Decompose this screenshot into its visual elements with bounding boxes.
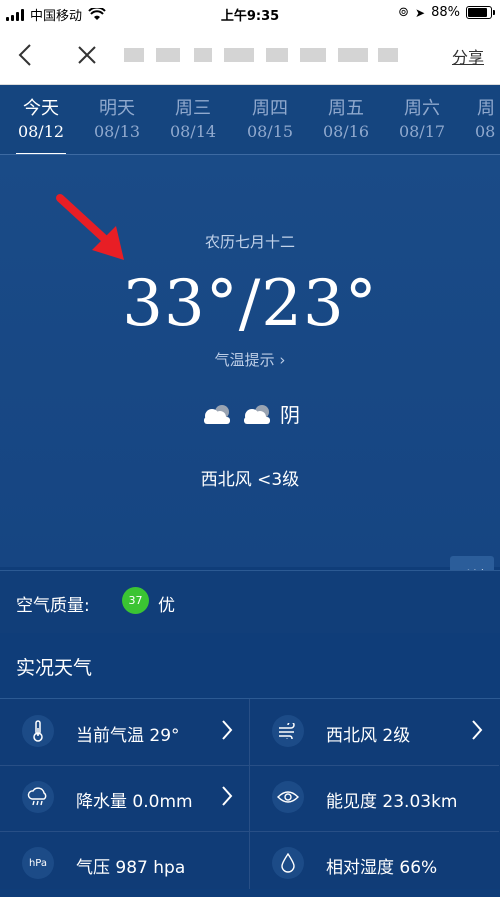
tab-tomorrow[interactable]: 明天 08/13: [82, 97, 152, 143]
tab-day-label: 周四: [252, 98, 288, 119]
annotation-arrow-icon: [56, 194, 124, 260]
precipitation-label: 降水量 0.0mm: [76, 792, 193, 812]
tab-date-label: 08/17: [398, 122, 446, 141]
tab-day-label: 周: [477, 98, 495, 119]
precipitation-item[interactable]: 降水量 0.0mm: [0, 765, 249, 832]
tab-day-label: 明天: [99, 98, 135, 119]
tab-date-label: 08/14: [169, 122, 217, 141]
wind-item[interactable]: 西北风 2级: [250, 699, 499, 766]
close-button[interactable]: [72, 40, 102, 70]
humidity-icon: [272, 847, 304, 879]
battery-icon: [466, 6, 495, 19]
tab-day-label: 周三: [175, 98, 211, 119]
location-icon: ➤: [415, 5, 426, 20]
tab-date-label: 08: [475, 122, 496, 141]
cloud-icon: [204, 404, 230, 424]
status-bar: 中国移动 上午9:35 ⊚ ➤ 88%: [0, 0, 500, 26]
tab-date-label: 08/16: [322, 122, 370, 141]
pressure-item: hPa 气压 987 hpa: [0, 831, 249, 897]
tab-friday[interactable]: 周五 08/16: [311, 97, 381, 143]
wind-label: 西北风 2级: [326, 726, 411, 746]
temp-hint-label: 气温提示: [214, 351, 275, 369]
tab-date-label: 08/13: [93, 122, 141, 141]
tab-today[interactable]: 今天 08/12: [6, 97, 76, 155]
chevron-right-icon: [222, 720, 233, 740]
current-temp-label: 当前气温 29°: [76, 726, 180, 746]
page-title-blurred: [120, 44, 410, 66]
weather-label: 阴: [280, 403, 300, 427]
air-quality-row[interactable]: 空气质量: 37 优: [0, 570, 500, 633]
tab-saturday[interactable]: 周六 08/17: [387, 97, 457, 143]
eye-icon: [272, 781, 304, 813]
weather-condition: 阴: [0, 399, 500, 428]
humidity-label: 相对湿度 66%: [326, 858, 438, 878]
chevron-right-icon: [472, 720, 483, 740]
live-weather-title: 实况天气: [16, 657, 93, 679]
current-temp-item[interactable]: 当前气温 29°: [0, 699, 249, 766]
tab-day-label: 今天: [23, 98, 59, 119]
aqi-badge: 37: [122, 587, 149, 614]
humidity-item: 相对湿度 66%: [250, 831, 499, 897]
tab-wednesday[interactable]: 周三 08/14: [158, 97, 228, 143]
day-tabs: 今天 08/12 明天 08/13 周三 08/14 周四 08/15 周五 0…: [0, 85, 500, 155]
air-quality-label: 空气质量:: [16, 596, 90, 616]
close-icon: [78, 46, 96, 64]
pressure-label: 气压 987 hpa: [76, 858, 186, 878]
temp-hint-link[interactable]: 气温提示 ›: [0, 349, 500, 370]
temperature-range: 33°/23°: [122, 267, 378, 341]
cloud-icon: [244, 404, 270, 424]
nav-bar: 分享: [0, 26, 500, 85]
live-weather-grid: 当前气温 29° 西北风 2级 降水量 0.0mm 能见度 23.03km hP…: [0, 699, 500, 889]
visibility-item: 能见度 23.03km: [250, 765, 499, 832]
battery-percent: 88%: [431, 5, 460, 20]
share-button[interactable]: 分享: [452, 44, 484, 68]
air-quality-level: 优: [158, 596, 175, 616]
thermometer-icon: [22, 715, 54, 747]
wind-info: 西北风 <3级: [200, 470, 300, 490]
chevron-right-icon: ›: [279, 351, 286, 369]
pressure-icon: hPa: [22, 847, 54, 879]
chevron-left-icon: [18, 44, 31, 66]
visibility-label: 能见度 23.03km: [326, 792, 458, 812]
rain-icon: [22, 781, 54, 813]
wind-icon: [272, 715, 304, 747]
tab-date-label: 08/12: [17, 122, 65, 141]
tab-sunday-partial[interactable]: 周 08: [463, 97, 500, 143]
tab-day-label: 周六: [404, 98, 440, 119]
status-right: ⊚ ➤ 88%: [398, 5, 495, 20]
back-button[interactable]: [10, 40, 40, 70]
tab-date-label: 08/15: [246, 122, 294, 141]
tab-thursday[interactable]: 周四 08/15: [235, 97, 305, 143]
rotation-lock-icon: ⊚: [398, 5, 410, 20]
chevron-right-icon: [222, 786, 233, 806]
tab-day-label: 周五: [328, 98, 364, 119]
